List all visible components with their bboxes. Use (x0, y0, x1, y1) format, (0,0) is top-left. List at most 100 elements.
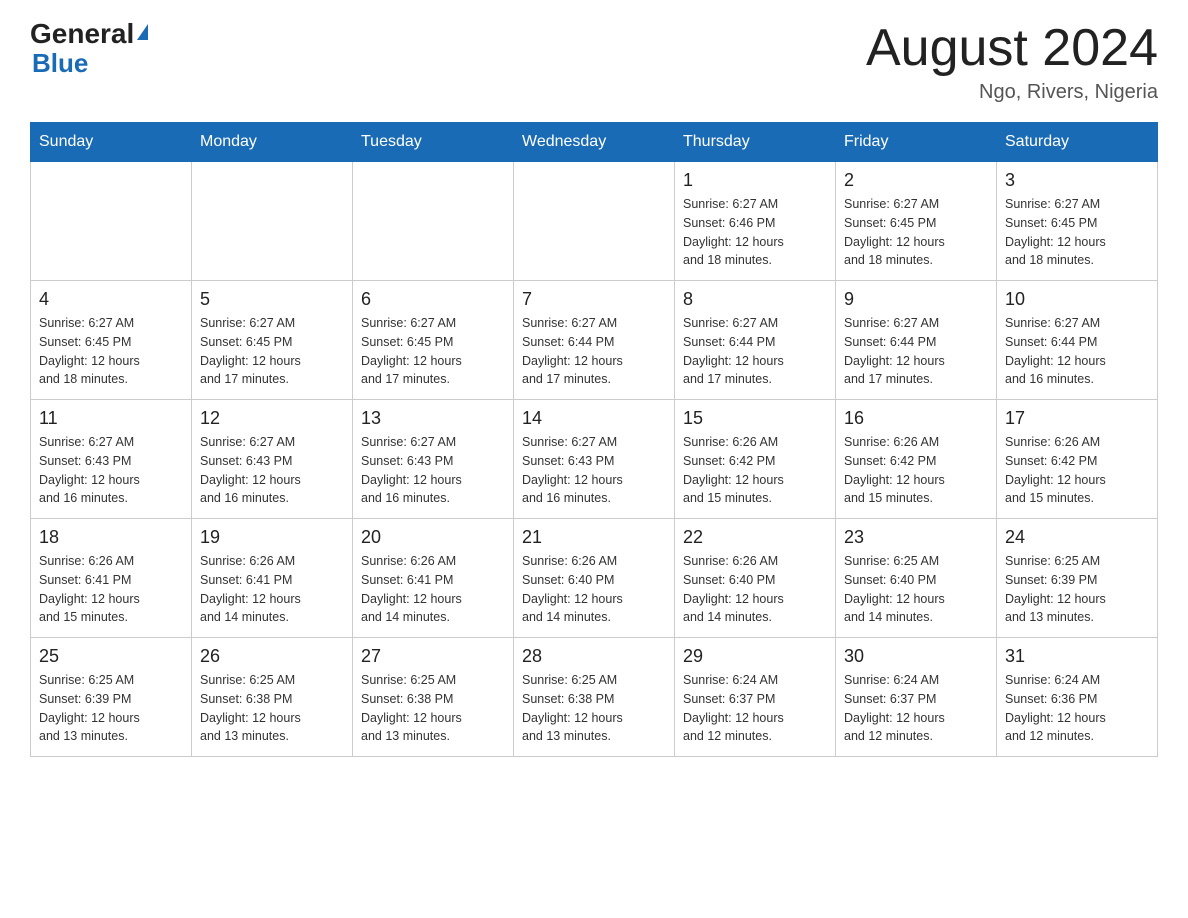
day-number: 18 (39, 527, 183, 548)
calendar-cell: 28 Sunrise: 6:25 AMSunset: 6:38 PMDayligh… (514, 638, 675, 757)
day-number: 4 (39, 289, 183, 310)
calendar-cell: 6 Sunrise: 6:27 AMSunset: 6:45 PMDaylight… (353, 281, 514, 400)
day-number: 2 (844, 170, 988, 191)
day-info: Sunrise: 6:25 AMSunset: 6:38 PMDaylight:… (200, 671, 344, 746)
day-info: Sunrise: 6:27 AMSunset: 6:43 PMDaylight:… (361, 433, 505, 508)
day-number: 20 (361, 527, 505, 548)
day-number: 26 (200, 646, 344, 667)
header: General Blue August 2024 Ngo, Rivers, Ni… (30, 20, 1158, 104)
column-header-monday: Monday (192, 123, 353, 162)
calendar-cell: 24Sunrise: 6:25 AMSunset: 6:39 PMDayligh… (997, 519, 1158, 638)
calendar-cell: 14 Sunrise: 6:27 AMSunset: 6:43 PMDayligh… (514, 400, 675, 519)
day-number: 25 (39, 646, 183, 667)
day-info: Sunrise: 6:27 AMSunset: 6:43 PMDaylight:… (522, 433, 666, 508)
calendar-cell: 20 Sunrise: 6:26 AMSunset: 6:41 PMDayligh… (353, 519, 514, 638)
day-number: 29 (683, 646, 827, 667)
day-number: 10 (1005, 289, 1149, 310)
page-title: August 2024 (866, 20, 1158, 77)
logo: General Blue (30, 20, 148, 79)
calendar-cell: 21 Sunrise: 6:26 AMSunset: 6:40 PMDayligh… (514, 519, 675, 638)
calendar-cell: 16 Sunrise: 6:26 AMSunset: 6:42 PMDayligh… (836, 400, 997, 519)
day-info: Sunrise: 6:27 AMSunset: 6:44 PMDaylight:… (844, 314, 988, 389)
calendar-cell: 26 Sunrise: 6:25 AMSunset: 6:38 PMDayligh… (192, 638, 353, 757)
day-number: 12 (200, 408, 344, 429)
day-number: 30 (844, 646, 988, 667)
day-info: Sunrise: 6:27 AMSunset: 6:44 PMDaylight:… (1005, 314, 1149, 389)
calendar-cell: 27Sunrise: 6:25 AMSunset: 6:38 PMDayligh… (353, 638, 514, 757)
calendar-cell: 30Sunrise: 6:24 AMSunset: 6:37 PMDayligh… (836, 638, 997, 757)
column-header-friday: Friday (836, 123, 997, 162)
day-info: Sunrise: 6:27 AMSunset: 6:45 PMDaylight:… (39, 314, 183, 389)
day-number: 6 (361, 289, 505, 310)
week-row-1: 1Sunrise: 6:27 AMSunset: 6:46 PMDaylight… (31, 162, 1158, 281)
column-header-saturday: Saturday (997, 123, 1158, 162)
day-info: Sunrise: 6:27 AMSunset: 6:44 PMDaylight:… (683, 314, 827, 389)
calendar-cell: 23Sunrise: 6:25 AMSunset: 6:40 PMDayligh… (836, 519, 997, 638)
day-info: Sunrise: 6:27 AMSunset: 6:45 PMDaylight:… (200, 314, 344, 389)
calendar-cell: 8 Sunrise: 6:27 AMSunset: 6:44 PMDaylight… (675, 281, 836, 400)
calendar-cell: 9Sunrise: 6:27 AMSunset: 6:44 PMDaylight… (836, 281, 997, 400)
day-info: Sunrise: 6:27 AMSunset: 6:46 PMDaylight:… (683, 195, 827, 270)
calendar-cell (353, 162, 514, 281)
calendar-cell: 7 Sunrise: 6:27 AMSunset: 6:44 PMDaylight… (514, 281, 675, 400)
calendar-cell: 10 Sunrise: 6:27 AMSunset: 6:44 PMDayligh… (997, 281, 1158, 400)
day-number: 21 (522, 527, 666, 548)
day-info: Sunrise: 6:27 AMSunset: 6:43 PMDaylight:… (200, 433, 344, 508)
day-number: 31 (1005, 646, 1149, 667)
week-row-2: 4 Sunrise: 6:27 AMSunset: 6:45 PMDaylight… (31, 281, 1158, 400)
calendar-cell: 25Sunrise: 6:25 AMSunset: 6:39 PMDayligh… (31, 638, 192, 757)
calendar-table: SundayMondayTuesdayWednesdayThursdayFrid… (30, 122, 1158, 757)
day-info: Sunrise: 6:26 AMSunset: 6:41 PMDaylight:… (361, 552, 505, 627)
day-number: 5 (200, 289, 344, 310)
title-area: August 2024 Ngo, Rivers, Nigeria (866, 20, 1158, 104)
day-number: 14 (522, 408, 666, 429)
day-info: Sunrise: 6:25 AMSunset: 6:39 PMDaylight:… (1005, 552, 1149, 627)
day-number: 23 (844, 527, 988, 548)
calendar-cell (192, 162, 353, 281)
column-header-thursday: Thursday (675, 123, 836, 162)
location-subtitle: Ngo, Rivers, Nigeria (866, 81, 1158, 104)
calendar-cell: 5 Sunrise: 6:27 AMSunset: 6:45 PMDaylight… (192, 281, 353, 400)
calendar-cell: 11Sunrise: 6:27 AMSunset: 6:43 PMDayligh… (31, 400, 192, 519)
week-row-3: 11Sunrise: 6:27 AMSunset: 6:43 PMDayligh… (31, 400, 1158, 519)
day-info: Sunrise: 6:27 AMSunset: 6:45 PMDaylight:… (844, 195, 988, 270)
calendar-cell (514, 162, 675, 281)
day-number: 19 (200, 527, 344, 548)
day-info: Sunrise: 6:25 AMSunset: 6:38 PMDaylight:… (522, 671, 666, 746)
column-header-tuesday: Tuesday (353, 123, 514, 162)
day-info: Sunrise: 6:27 AMSunset: 6:45 PMDaylight:… (361, 314, 505, 389)
calendar-cell: 2 Sunrise: 6:27 AMSunset: 6:45 PMDaylight… (836, 162, 997, 281)
calendar-cell: 17Sunrise: 6:26 AMSunset: 6:42 PMDayligh… (997, 400, 1158, 519)
day-info: Sunrise: 6:26 AMSunset: 6:40 PMDaylight:… (522, 552, 666, 627)
day-info: Sunrise: 6:24 AMSunset: 6:37 PMDaylight:… (683, 671, 827, 746)
day-number: 13 (361, 408, 505, 429)
calendar-cell: 29 Sunrise: 6:24 AMSunset: 6:37 PMDayligh… (675, 638, 836, 757)
logo-general: General (30, 20, 134, 48)
week-row-4: 18 Sunrise: 6:26 AMSunset: 6:41 PMDayligh… (31, 519, 1158, 638)
calendar-cell: 12 Sunrise: 6:27 AMSunset: 6:43 PMDayligh… (192, 400, 353, 519)
logo-triangle-icon (137, 24, 148, 40)
day-info: Sunrise: 6:27 AMSunset: 6:44 PMDaylight:… (522, 314, 666, 389)
calendar-cell: 31 Sunrise: 6:24 AMSunset: 6:36 PMDayligh… (997, 638, 1158, 757)
day-info: Sunrise: 6:26 AMSunset: 6:42 PMDaylight:… (844, 433, 988, 508)
logo-blue: Blue (32, 48, 88, 79)
column-header-sunday: Sunday (31, 123, 192, 162)
calendar-cell: 22Sunrise: 6:26 AMSunset: 6:40 PMDayligh… (675, 519, 836, 638)
calendar-header-row: SundayMondayTuesdayWednesdayThursdayFrid… (31, 123, 1158, 162)
calendar-cell: 19 Sunrise: 6:26 AMSunset: 6:41 PMDayligh… (192, 519, 353, 638)
day-number: 15 (683, 408, 827, 429)
calendar-cell: 4 Sunrise: 6:27 AMSunset: 6:45 PMDaylight… (31, 281, 192, 400)
calendar-cell: 15Sunrise: 6:26 AMSunset: 6:42 PMDayligh… (675, 400, 836, 519)
day-info: Sunrise: 6:25 AMSunset: 6:38 PMDaylight:… (361, 671, 505, 746)
day-number: 16 (844, 408, 988, 429)
day-number: 7 (522, 289, 666, 310)
day-info: Sunrise: 6:24 AMSunset: 6:36 PMDaylight:… (1005, 671, 1149, 746)
calendar-cell: 18Sunrise: 6:26 AMSunset: 6:41 PMDayligh… (31, 519, 192, 638)
day-info: Sunrise: 6:27 AMSunset: 6:43 PMDaylight:… (39, 433, 183, 508)
calendar-cell (31, 162, 192, 281)
day-info: Sunrise: 6:26 AMSunset: 6:41 PMDaylight:… (200, 552, 344, 627)
calendar-cell: 1Sunrise: 6:27 AMSunset: 6:46 PMDaylight… (675, 162, 836, 281)
day-number: 8 (683, 289, 827, 310)
calendar-cell: 13 Sunrise: 6:27 AMSunset: 6:43 PMDayligh… (353, 400, 514, 519)
day-number: 28 (522, 646, 666, 667)
